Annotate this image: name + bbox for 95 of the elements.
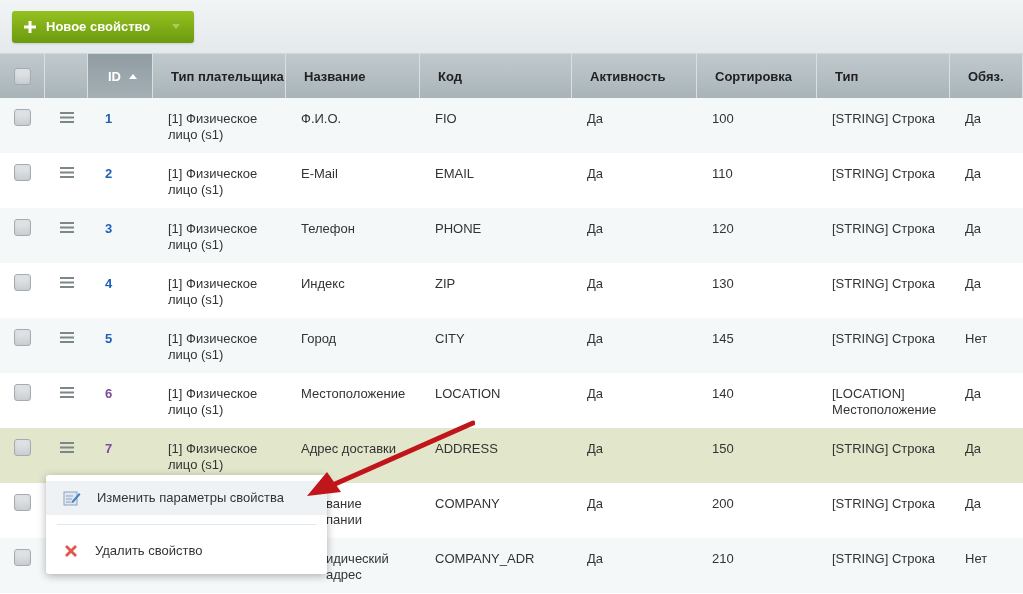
- table-cell: COMPANY: [435, 496, 500, 511]
- table-cell: [1] Физическое лицо (s1): [168, 111, 258, 142]
- table-cell: Да: [587, 221, 604, 236]
- sort-ascending-icon: [129, 73, 137, 79]
- table-cell: Да: [587, 331, 604, 346]
- table-cell: Да: [587, 441, 604, 456]
- table-cell: FIO: [435, 111, 457, 126]
- table-cell: Да: [965, 496, 982, 511]
- checkbox[interactable]: [14, 494, 31, 511]
- table-cell: Да: [587, 386, 604, 401]
- table-cell: Ф.И.О.: [301, 111, 342, 126]
- checkbox[interactable]: [14, 329, 31, 346]
- table-cell: LOCATION: [435, 386, 501, 401]
- table-cell: Да: [587, 166, 604, 181]
- id-link[interactable]: 2: [105, 166, 113, 181]
- table-cell: Да: [965, 221, 982, 236]
- checkbox[interactable]: [14, 109, 31, 126]
- menu-icon[interactable]: [59, 332, 74, 343]
- table-cell: 130: [712, 276, 734, 291]
- menu-icon[interactable]: [59, 167, 74, 178]
- menu-icon[interactable]: [59, 112, 74, 123]
- table-row[interactable]: 5 [1] Физическое лицо (s1) Город CITY Да 145 [STRING] Строка Нет: [0, 318, 1023, 373]
- table-cell: Индекс: [301, 276, 345, 291]
- table-cell: Да: [587, 551, 604, 566]
- table-cell: Нет: [965, 331, 988, 346]
- caret-icon: [172, 24, 181, 29]
- table-cell: CITY: [435, 331, 465, 346]
- checkbox[interactable]: [14, 219, 31, 236]
- table-cell: 140: [712, 386, 734, 401]
- plus-icon: [24, 20, 36, 33]
- menu-icon[interactable]: [59, 442, 74, 453]
- id-link[interactable]: 4: [105, 276, 113, 291]
- table-cell: [STRING] Строка: [832, 441, 935, 456]
- checkbox[interactable]: [13, 67, 31, 85]
- table-cell: [STRING] Строка: [832, 496, 935, 511]
- table-cell: 120: [712, 221, 734, 236]
- table-cell: Да: [965, 276, 982, 291]
- table-cell: [1] Физическое лицо (s1): [168, 221, 258, 252]
- table-cell: [STRING] Строка: [832, 276, 935, 291]
- table-cell: [LOCATION] Местоположение: [832, 386, 937, 417]
- menu-icon[interactable]: [59, 387, 74, 398]
- id-link[interactable]: 6: [105, 386, 113, 401]
- table-row[interactable]: 3 [1] Физическое лицо (s1) Телефон PHONE Да 120 [STRING] Строка Да: [0, 208, 1023, 263]
- table-row[interactable]: 7 [1] Физическое лицо (s1) Адрес доставки ADDRESS Да 150 [STRING] Строка Да: [0, 428, 1023, 483]
- table-cell: PHONE: [435, 221, 482, 236]
- table-cell: Да: [965, 441, 982, 456]
- menu-icon[interactable]: [59, 222, 74, 233]
- table-cell: Телефон: [301, 221, 355, 236]
- checkbox[interactable]: [14, 384, 31, 401]
- table-cell: Да: [587, 496, 604, 511]
- table-cell: [STRING] Строка: [832, 221, 935, 236]
- table-cell: COMPANY_ADR: [435, 551, 535, 566]
- table-cell: Местоположение: [301, 386, 406, 401]
- table-cell: [STRING] Строка: [832, 551, 935, 566]
- table-cell: [1] Физическое лицо (s1): [168, 166, 258, 197]
- table-cell: [STRING] Строка: [832, 111, 935, 126]
- table-cell: 145: [712, 331, 734, 346]
- edit-icon: [63, 490, 81, 506]
- table-cell-text: вание пании: [326, 496, 363, 528]
- id-link[interactable]: 5: [105, 331, 113, 346]
- table-cell-text: идический адрес: [326, 551, 390, 583]
- checkbox[interactable]: [14, 164, 31, 181]
- menu-item[interactable]: Изменить параметры свойства: [46, 481, 327, 515]
- table-cell: [STRING] Строка: [832, 166, 935, 181]
- table-cell: [STRING] Строка: [832, 331, 935, 346]
- table-cell: 150: [712, 441, 734, 456]
- delete-icon: [63, 543, 79, 559]
- table-cell: [1] Физическое лицо (s1): [168, 276, 258, 307]
- table-cell: 200: [712, 496, 734, 511]
- table-cell: [1] Физическое лицо (s1): [168, 386, 258, 417]
- id-link[interactable]: 1: [105, 111, 113, 126]
- table-cell: [1] Физическое лицо (s1): [168, 331, 258, 362]
- checkbox[interactable]: [14, 439, 31, 456]
- table-cell: Нет: [965, 551, 988, 566]
- table-cell: ADDRESS: [435, 441, 498, 456]
- table-cell: E-Mail: [301, 166, 338, 181]
- table-cell: Да: [965, 166, 982, 181]
- table-cell: Да: [965, 111, 982, 126]
- checkbox[interactable]: [14, 274, 31, 291]
- checkbox[interactable]: [14, 549, 31, 566]
- table-cell: EMAIL: [435, 166, 474, 181]
- table-cell: Да: [587, 276, 604, 291]
- table-cell: 210: [712, 551, 734, 566]
- table-cell: Да: [965, 386, 982, 401]
- table-cell: Да: [587, 111, 604, 126]
- table-cell: 110: [712, 166, 733, 181]
- table-row[interactable]: 1 [1] Физическое лицо (s1) Ф.И.О. FIO Да 100 [STRING] Строка Да: [0, 98, 1023, 153]
- table-cell: 100: [712, 111, 734, 126]
- menu-icon[interactable]: [59, 277, 74, 288]
- id-link[interactable]: 3: [105, 221, 113, 236]
- id-link[interactable]: 7: [105, 441, 113, 456]
- table-cell: ZIP: [435, 276, 456, 291]
- table-cell: Город: [301, 331, 337, 346]
- table-cell: Адрес доставки: [301, 441, 397, 456]
- table-cell: [1] Физическое лицо (s1): [168, 441, 258, 472]
